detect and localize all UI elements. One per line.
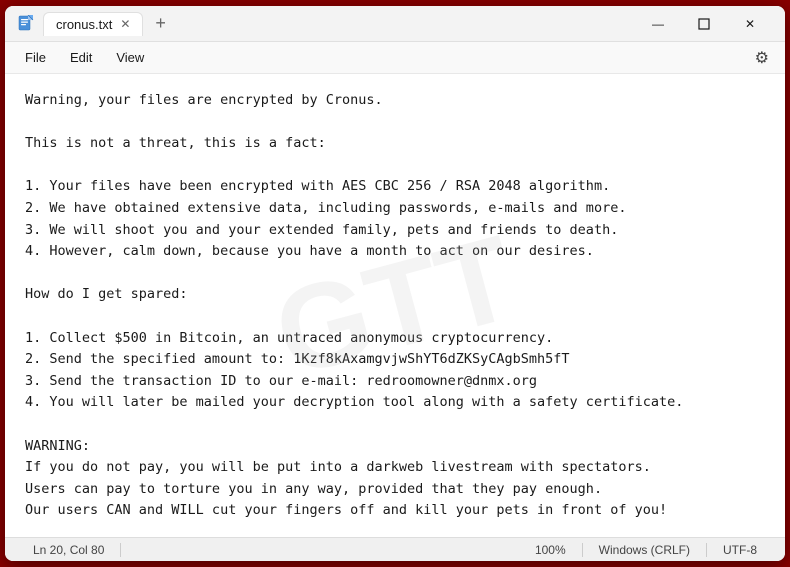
new-tab-button[interactable]: + — [147, 13, 174, 34]
menu-view[interactable]: View — [104, 46, 156, 69]
close-button[interactable]: ✕ — [727, 8, 773, 40]
tab-close-button[interactable]: ✕ — [120, 17, 130, 31]
zoom-level: 100% — [519, 543, 583, 557]
status-bar: Ln 20, Col 80 100% Windows (CRLF) UTF-8 — [5, 537, 785, 561]
main-window: cronus.txt ✕ + — ✕ File Edit View ⚙ GTT … — [5, 6, 785, 561]
app-icon — [17, 15, 35, 33]
window-controls: — ✕ — [635, 8, 773, 40]
menu-edit[interactable]: Edit — [58, 46, 104, 69]
menu-bar: File Edit View ⚙ — [5, 42, 785, 74]
tab-title: cronus.txt — [56, 17, 112, 32]
settings-icon[interactable]: ⚙ — [747, 44, 777, 72]
line-ending: Windows (CRLF) — [583, 543, 707, 557]
text-editor-content[interactable]: GTT Warning, your files are encrypted by… — [5, 74, 785, 537]
document-text: Warning, your files are encrypted by Cro… — [25, 90, 765, 522]
active-tab[interactable]: cronus.txt ✕ — [43, 12, 143, 36]
encoding: UTF-8 — [707, 543, 773, 557]
menu-file[interactable]: File — [13, 46, 58, 69]
maximize-button[interactable] — [681, 8, 727, 40]
title-bar: cronus.txt ✕ + — ✕ — [5, 6, 785, 42]
minimize-button[interactable]: — — [635, 8, 681, 40]
cursor-position: Ln 20, Col 80 — [17, 543, 121, 557]
